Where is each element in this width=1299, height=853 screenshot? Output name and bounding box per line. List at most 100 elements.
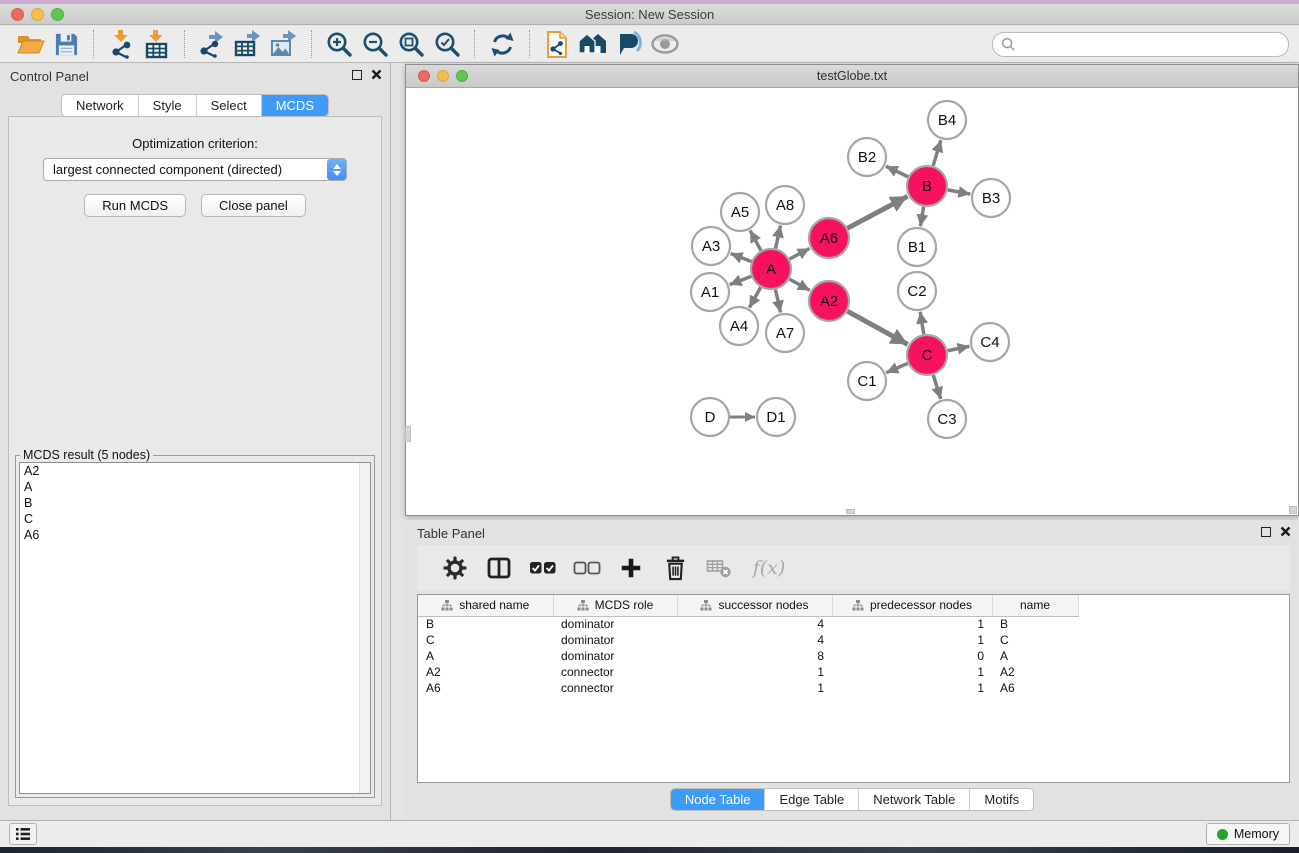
- graph-edge-C-C3[interactable]: [933, 375, 940, 399]
- table-cell[interactable]: connector: [553, 664, 677, 680]
- zoom-in-button[interactable]: [321, 28, 357, 60]
- table-cell[interactable]: B: [992, 616, 1078, 632]
- tab-select[interactable]: Select: [197, 95, 262, 116]
- mcds-result-item[interactable]: B: [20, 495, 370, 511]
- zoom-fit-button[interactable]: [393, 28, 429, 60]
- zoom-out-button[interactable]: [357, 28, 393, 60]
- table-settings-button[interactable]: [433, 551, 477, 585]
- graph-node-D1[interactable]: D1: [757, 398, 795, 436]
- graph-edge-A2-C[interactable]: [847, 311, 907, 344]
- zoom-selected-button[interactable]: [429, 28, 465, 60]
- tab-motifs[interactable]: Motifs: [970, 789, 1033, 810]
- graph-node-A2[interactable]: A2: [809, 281, 849, 321]
- table-row[interactable]: Cdominator41C: [418, 632, 1078, 648]
- table-cell[interactable]: 1: [832, 680, 992, 696]
- function-builder-button[interactable]: f(x): [741, 551, 797, 585]
- float-panel-icon[interactable]: [352, 70, 362, 80]
- table-cell[interactable]: dominator: [553, 648, 677, 664]
- graph-edge-A-A8[interactable]: [775, 226, 780, 249]
- tab-node-table[interactable]: Node Table: [671, 789, 766, 810]
- export-network-button[interactable]: [194, 28, 230, 60]
- table-cell[interactable]: 8: [677, 648, 832, 664]
- graph-node-C3[interactable]: C3: [928, 400, 966, 438]
- table-cell[interactable]: 1: [832, 664, 992, 680]
- search-box[interactable]: [992, 32, 1289, 57]
- table-cell[interactable]: connector: [553, 680, 677, 696]
- delete-column-button[interactable]: [653, 551, 697, 585]
- run-mcds-button[interactable]: Run MCDS: [84, 194, 186, 217]
- graph-node-A8[interactable]: A8: [766, 186, 804, 224]
- graph-node-A[interactable]: A: [751, 249, 791, 289]
- tab-network-table[interactable]: Network Table: [859, 789, 970, 810]
- graphics-details-button[interactable]: [611, 28, 647, 60]
- tab-mcds[interactable]: MCDS: [262, 95, 328, 116]
- table-cell[interactable]: dominator: [553, 632, 677, 648]
- graph-node-A4[interactable]: A4: [720, 307, 758, 345]
- column-header-successor-nodes[interactable]: successor nodes: [677, 595, 832, 616]
- home-button[interactable]: [575, 28, 611, 60]
- column-header-shared-name[interactable]: shared name: [418, 595, 553, 616]
- hide-details-button[interactable]: [647, 28, 683, 60]
- resize-grip[interactable]: [1289, 506, 1297, 514]
- table-cell[interactable]: A6: [418, 680, 553, 696]
- table-row[interactable]: Adominator80A: [418, 648, 1078, 664]
- graph-node-A6[interactable]: A6: [809, 218, 849, 258]
- search-input[interactable]: [1016, 34, 1288, 54]
- graph-edge-C-C1[interactable]: [886, 363, 907, 372]
- table-cell[interactable]: C: [418, 632, 553, 648]
- table-cell[interactable]: dominator: [553, 616, 677, 632]
- close-table-panel-icon[interactable]: [1280, 526, 1291, 537]
- table-cell[interactable]: 1: [832, 632, 992, 648]
- table-cell[interactable]: 4: [677, 616, 832, 632]
- graph-node-B2[interactable]: B2: [848, 138, 886, 176]
- table-row[interactable]: Bdominator41B: [418, 616, 1078, 632]
- graph-node-B[interactable]: B: [907, 166, 947, 206]
- save-session-button[interactable]: [48, 28, 84, 60]
- tab-edge-table[interactable]: Edge Table: [765, 789, 859, 810]
- close-panel-icon[interactable]: [371, 69, 382, 80]
- graph-edge-B-B1[interactable]: [920, 207, 923, 227]
- graph-node-C2[interactable]: C2: [898, 272, 936, 310]
- node-table[interactable]: shared nameMCDS rolesuccessor nodesprede…: [417, 594, 1290, 783]
- table-cell[interactable]: 4: [677, 632, 832, 648]
- network-canvas[interactable]: B4B2BB3B1A5A8A6A3AA1A2C2A4A7C4CC1C3DD1: [406, 88, 1298, 515]
- select-all-rows-button[interactable]: [521, 551, 565, 585]
- mcds-result-item[interactable]: A6: [20, 527, 370, 543]
- table-cell[interactable]: A2: [418, 664, 553, 680]
- tab-network[interactable]: Network: [62, 95, 139, 116]
- export-table-button[interactable]: [230, 28, 266, 60]
- graph-edge-A-A3[interactable]: [731, 254, 752, 262]
- graph-node-A3[interactable]: A3: [692, 227, 730, 265]
- column-header-name[interactable]: name: [992, 595, 1078, 616]
- deselect-all-rows-button[interactable]: [565, 551, 609, 585]
- close-panel-button[interactable]: Close panel: [201, 194, 306, 217]
- result-list-scrollbar[interactable]: [359, 463, 370, 793]
- table-cell[interactable]: A6: [992, 680, 1078, 696]
- table-cell[interactable]: 1: [832, 616, 992, 632]
- refresh-button[interactable]: [484, 28, 520, 60]
- graph-node-B1[interactable]: B1: [898, 228, 936, 266]
- create-column-button[interactable]: [609, 551, 653, 585]
- table-cell[interactable]: 1: [677, 680, 832, 696]
- table-cell[interactable]: A: [418, 648, 553, 664]
- import-table-button[interactable]: [139, 28, 175, 60]
- table-cell[interactable]: A: [992, 648, 1078, 664]
- table-cell[interactable]: C: [992, 632, 1078, 648]
- left-scroll-nub[interactable]: [405, 426, 411, 442]
- clone-network-button[interactable]: [539, 28, 575, 60]
- graph-edge-A-A6[interactable]: [790, 248, 810, 259]
- task-history-button[interactable]: [9, 823, 37, 845]
- mcds-result-list[interactable]: A2ABCA6: [19, 462, 371, 794]
- graph-edge-A-A4[interactable]: [749, 287, 760, 307]
- graph-edge-B-B3[interactable]: [948, 190, 971, 194]
- delete-table-button[interactable]: [697, 551, 741, 585]
- table-cell[interactable]: 1: [677, 664, 832, 680]
- open-session-button[interactable]: [12, 28, 48, 60]
- graph-edge-A-A1[interactable]: [730, 276, 752, 284]
- graph-node-C[interactable]: C: [907, 335, 947, 375]
- mcds-result-item[interactable]: A2: [20, 463, 370, 479]
- column-header-predecessor-nodes[interactable]: predecessor nodes: [832, 595, 992, 616]
- table-cell[interactable]: 0: [832, 648, 992, 664]
- criterion-dropdown[interactable]: largest connected component (directed): [43, 158, 347, 181]
- graph-node-A1[interactable]: A1: [691, 273, 729, 311]
